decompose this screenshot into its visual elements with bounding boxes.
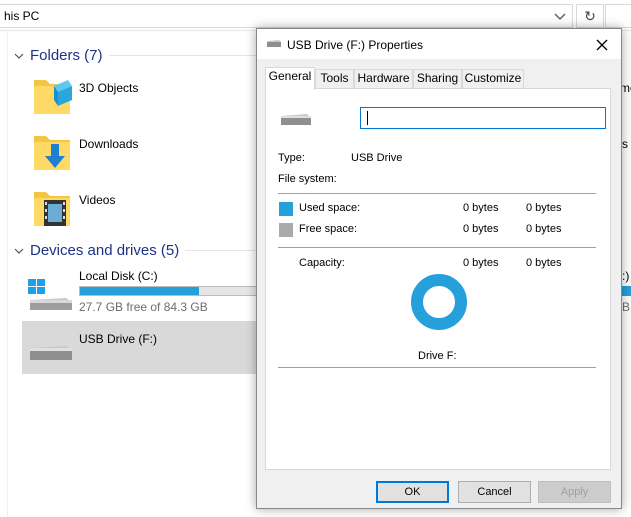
used-space-label: Used space: (299, 202, 361, 214)
capacity-size: 0 bytes (526, 257, 562, 269)
search-box-edge[interactable] (605, 4, 631, 28)
tab-sharing[interactable]: Sharing (413, 69, 462, 88)
capacity-donut-chart (411, 274, 467, 330)
used-space-swatch (279, 202, 293, 216)
screen: his PC ↻ Folders (7) 3D Objects Download… (0, 0, 631, 517)
ok-button[interactable]: OK (376, 481, 449, 503)
free-space-label: Free space: (299, 223, 358, 235)
capacity-bytes: 0 bytes (463, 257, 499, 269)
divider (278, 367, 596, 368)
drive-label[interactable]: USB Drive (F:) (79, 332, 157, 346)
address-bar-area: his PC ↻ (0, 0, 631, 31)
group-divider (185, 250, 256, 251)
drive-usage-fill (80, 287, 200, 295)
refresh-icon[interactable]: ↻ (576, 4, 604, 28)
close-button[interactable] (592, 35, 612, 55)
hidden-text-fragment: B (622, 300, 631, 312)
usb-drive-icon (30, 346, 72, 360)
properties-dialog: USB Drive (F:) Properties General Tools … (256, 28, 622, 509)
divider (278, 247, 596, 248)
usb-drive-icon (281, 114, 311, 125)
folders-group-title: Folders (7) (30, 47, 103, 64)
devices-group-header[interactable]: Devices and drives (5) (14, 242, 256, 259)
tab-tools[interactable]: Tools (315, 69, 354, 88)
folder-label[interactable]: 3D Objects (79, 81, 138, 95)
file-system-label: File system: (278, 173, 337, 185)
downloads-folder-icon (34, 136, 70, 170)
free-space-size: 0 bytes (526, 223, 562, 235)
collapse-chevron-icon[interactable] (14, 247, 24, 255)
free-space-swatch (279, 223, 293, 237)
dialog-title-bar[interactable]: USB Drive (F:) Properties (257, 29, 621, 59)
devices-group-title: Devices and drives (5) (30, 242, 180, 259)
drive-name-input[interactable] (360, 107, 606, 129)
tab-hardware[interactable]: Hardware (354, 69, 413, 88)
navigation-pane-edge (0, 31, 8, 517)
folder-label[interactable]: Videos (79, 193, 115, 207)
group-divider (108, 55, 259, 56)
local-disk-icon (28, 279, 72, 310)
videos-folder-icon (34, 192, 70, 226)
close-icon (596, 39, 608, 51)
type-value: USB Drive (351, 152, 403, 164)
divider (278, 193, 596, 194)
hidden-item-fragment: :) (622, 269, 630, 283)
3d-objects-folder-icon (34, 80, 72, 114)
drive-letter-label: Drive F: (418, 350, 457, 362)
cancel-button[interactable]: Cancel (458, 481, 531, 503)
hidden-item-fragment: s (622, 137, 628, 151)
collapse-chevron-icon[interactable] (14, 52, 24, 60)
address-bar[interactable]: his PC (0, 4, 573, 28)
drive-free-space: 27.7 GB free of 84.3 GB (79, 300, 208, 314)
usb-drive-small-icon (267, 40, 281, 47)
apply-button[interactable]: Apply (538, 481, 611, 503)
general-tab-panel: Type: USB Drive File system: Used space:… (265, 88, 611, 470)
free-space-bytes: 0 bytes (463, 223, 499, 235)
folders-group-header[interactable]: Folders (7) (14, 47, 259, 64)
text-caret (367, 111, 368, 125)
dialog-title: USB Drive (F:) Properties (287, 38, 424, 52)
hidden-drive-bar-fragment (622, 286, 631, 296)
used-space-size: 0 bytes (526, 202, 562, 214)
used-space-bytes: 0 bytes (463, 202, 499, 214)
folder-label[interactable]: Downloads (79, 137, 138, 151)
capacity-label: Capacity: (299, 257, 345, 269)
drive-usage-bar (79, 286, 259, 296)
address-text: his PC (4, 9, 40, 23)
tab-general[interactable]: General (265, 67, 315, 90)
tab-customize[interactable]: Customize (462, 69, 524, 88)
chevron-down-icon[interactable] (553, 11, 567, 23)
drive-label[interactable]: Local Disk (C:) (79, 269, 158, 283)
type-label: Type: (278, 152, 305, 164)
